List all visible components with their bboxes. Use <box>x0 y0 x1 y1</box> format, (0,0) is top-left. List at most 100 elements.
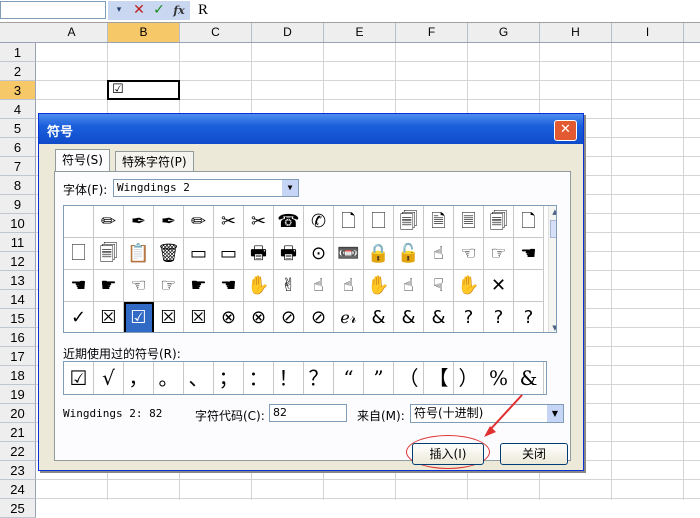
scroll-up-icon[interactable]: ▲ <box>549 206 556 218</box>
symbol-cell[interactable]: ✋ <box>454 270 484 302</box>
dialog-titlebar[interactable]: 符号 ✕ <box>39 114 583 144</box>
recent-symbol-cell[interactable]: ） <box>454 362 484 394</box>
row-header-2[interactable]: 2 <box>0 62 36 81</box>
symbol-cell[interactable]: ⊘ <box>304 302 334 332</box>
recent-symbol-cell[interactable]: ” <box>364 362 394 394</box>
symbol-cell[interactable]: ℯ𝓇 <box>334 302 364 332</box>
row-header-9[interactable]: 9 <box>0 195 36 214</box>
recent-symbol-cell[interactable]: & <box>514 362 544 394</box>
row-header-25[interactable]: 25 <box>0 499 36 518</box>
symbol-cell[interactable]: ☟ <box>424 270 454 302</box>
symbol-cell[interactable]: ▭ <box>184 238 214 270</box>
symbol-cell[interactable]: ✓ <box>64 302 94 332</box>
row-header-3[interactable]: 3 <box>0 81 36 100</box>
row-header-15[interactable]: 15 <box>0 309 36 328</box>
chevron-down-icon[interactable]: ▾ <box>112 1 126 20</box>
row-header-24[interactable]: 24 <box>0 480 36 499</box>
recent-symbol-cell[interactable]: 、 <box>184 362 214 394</box>
symbol-cell[interactable] <box>64 206 94 238</box>
active-cell[interactable]: ☑ <box>107 80 180 100</box>
symbol-cell[interactable]: ☎ <box>274 206 304 238</box>
symbol-cell[interactable]: ? <box>454 302 484 332</box>
scroll-thumb[interactable] <box>550 220 556 238</box>
row-header-1[interactable]: 1 <box>0 43 36 62</box>
symbol-cell[interactable]: 🗏 <box>454 206 484 238</box>
symbol-cell[interactable]: ✕ <box>484 270 514 302</box>
formula-input[interactable]: R <box>198 1 208 20</box>
row-header-13[interactable]: 13 <box>0 271 36 290</box>
row-header-19[interactable]: 19 <box>0 385 36 404</box>
symbol-cell[interactable]: 🗐 <box>94 238 124 270</box>
recent-symbol-cell[interactable]: ☑ <box>64 362 94 394</box>
row-header-11[interactable]: 11 <box>0 233 36 252</box>
symbol-cell[interactable]: 🔓 <box>394 238 424 270</box>
symbol-cell[interactable]: ✋ <box>244 270 274 302</box>
column-header-b[interactable]: B <box>108 23 180 42</box>
symbol-cell[interactable]: ? <box>484 302 514 332</box>
symbol-cell[interactable]: 🗌 <box>364 206 394 238</box>
row-header-6[interactable]: 6 <box>0 138 36 157</box>
row-header-20[interactable]: 20 <box>0 404 36 423</box>
symbol-cell[interactable]: & <box>364 302 394 332</box>
tab-symbols[interactable]: 符号(S) <box>55 149 110 173</box>
symbol-cell[interactable]: ☜ <box>124 270 154 302</box>
symbol-cell[interactable]: ☒ <box>94 302 124 332</box>
close-button[interactable]: 关闭 <box>500 443 568 465</box>
chevron-down-icon[interactable]: ▼ <box>547 405 563 422</box>
symbol-cell[interactable]: ✒ <box>154 206 184 238</box>
symbol-cell[interactable]: 🗐 <box>484 206 514 238</box>
symbol-cell[interactable]: ✂ <box>214 206 244 238</box>
symbol-cell[interactable]: ☑ <box>124 302 154 332</box>
symbol-cell[interactable]: ? <box>514 302 544 332</box>
symbol-cell[interactable]: ✌ <box>274 270 304 302</box>
symbol-cell[interactable]: 🔒 <box>364 238 394 270</box>
symbol-cell[interactable]: ✏ <box>94 206 124 238</box>
symbol-cell[interactable]: ✋ <box>364 270 394 302</box>
symbol-cell[interactable]: ⊗ <box>214 302 244 332</box>
symbol-cell[interactable]: ☞ <box>154 270 184 302</box>
symbol-cell[interactable]: ☝ <box>304 270 334 302</box>
symbol-cell[interactable]: ✒ <box>124 206 154 238</box>
symbol-cell[interactable]: 🗋 <box>514 206 544 238</box>
symbol-cell[interactable]: 🗌 <box>64 238 94 270</box>
symbol-cell[interactable]: ☜ <box>454 238 484 270</box>
symbol-cell[interactable]: 📼 <box>334 238 364 270</box>
from-select[interactable]: 符号(十进制) ▼ <box>410 404 564 423</box>
row-header-7[interactable]: 7 <box>0 157 36 176</box>
recent-symbol-cell[interactable]: ； <box>214 362 244 394</box>
enter-icon[interactable]: ✓ <box>150 1 168 20</box>
column-header-h[interactable]: H <box>540 23 612 42</box>
row-header-12[interactable]: 12 <box>0 252 36 271</box>
symbol-cell[interactable]: & <box>424 302 454 332</box>
recent-symbol-cell[interactable]: （ <box>394 362 424 394</box>
symbol-cell[interactable] <box>514 270 544 302</box>
symbol-cell[interactable]: ☞ <box>484 238 514 270</box>
symbol-cell[interactable]: ✆ <box>304 206 334 238</box>
row-header-14[interactable]: 14 <box>0 290 36 309</box>
symbol-cell[interactable]: ☝ <box>334 270 364 302</box>
column-header-f[interactable]: F <box>396 23 468 42</box>
symbol-cell[interactable]: & <box>394 302 424 332</box>
recent-symbol-cell[interactable]: % <box>484 362 514 394</box>
symbol-cell[interactable]: 🗎 <box>424 206 454 238</box>
row-header-8[interactable]: 8 <box>0 176 36 195</box>
symbol-cell[interactable]: ✏ <box>184 206 214 238</box>
symbol-cell[interactable]: 🗐 <box>394 206 424 238</box>
recent-symbol-cell[interactable]: ？ <box>304 362 334 394</box>
recent-symbol-cell[interactable]: ， <box>124 362 154 394</box>
cancel-icon[interactable]: ✕ <box>130 1 148 20</box>
font-select[interactable]: Wingdings 2 ▼ <box>113 179 299 197</box>
symbol-cell[interactable]: 📋 <box>124 238 154 270</box>
row-header-17[interactable]: 17 <box>0 347 36 366</box>
symbol-grid-scrollbar[interactable]: ▲ ▼ <box>548 206 556 332</box>
symbol-cell[interactable]: ☚ <box>514 238 544 270</box>
column-header-d[interactable]: D <box>252 23 324 42</box>
insert-function-icon[interactable]: fx <box>170 1 188 20</box>
name-box[interactable] <box>0 1 106 19</box>
row-header-21[interactable]: 21 <box>0 423 36 442</box>
symbol-cell[interactable]: ☚ <box>214 270 244 302</box>
row-header-16[interactable]: 16 <box>0 328 36 347</box>
recent-symbol-cell[interactable]: “ <box>334 362 364 394</box>
row-header-23[interactable]: 23 <box>0 461 36 480</box>
symbol-cell[interactable]: ▭ <box>214 238 244 270</box>
